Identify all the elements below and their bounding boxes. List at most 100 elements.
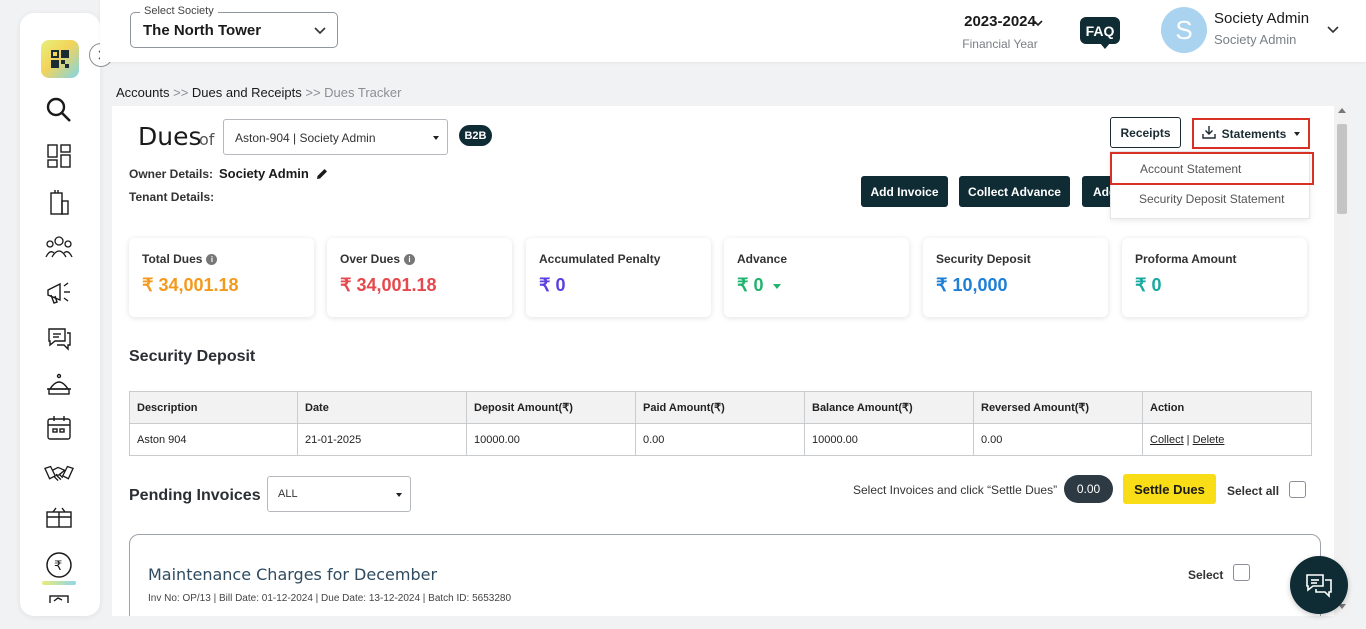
select-all-checkbox[interactable] [1289, 481, 1306, 498]
app-logo[interactable] [41, 40, 79, 78]
chat-support-button[interactable] [1290, 556, 1348, 614]
table-cell: Aston 904 [129, 423, 298, 456]
breadcrumb-current: Dues Tracker [324, 85, 402, 100]
stat-total-dues-value: ₹ 34,001.18 [142, 275, 239, 295]
statements-button[interactable]: Statements [1192, 118, 1310, 149]
caret-down-icon [396, 493, 402, 497]
stat-advance-title: Advance [737, 252, 788, 266]
stat-advance-value: ₹ 0 [737, 275, 764, 295]
settle-dues-button[interactable]: Settle Dues [1123, 474, 1216, 504]
column-header: Reversed Amount(₹) [973, 391, 1143, 424]
statements-label: Statements [1221, 126, 1287, 141]
members-icon[interactable] [44, 232, 74, 262]
building-icon[interactable] [44, 187, 74, 217]
selected-amount-badge: 0.00 [1064, 475, 1113, 503]
add-invoice-button[interactable]: Add Invoice [861, 176, 948, 207]
invoice-select-checkbox[interactable] [1233, 564, 1250, 581]
chat-icon [1306, 574, 1332, 598]
column-header: Action [1142, 391, 1312, 424]
chevron-down-icon[interactable] [1032, 16, 1044, 34]
action-separator: | [1183, 433, 1193, 446]
caret-down-icon [433, 136, 439, 140]
invoice-title: Maintenance Charges for December [148, 565, 438, 584]
chevron-down-icon[interactable] [1326, 22, 1340, 41]
column-header: Paid Amount(₹) [635, 391, 805, 424]
scrollbar-thumb[interactable] [1337, 124, 1347, 214]
column-header: Balance Amount(₹) [804, 391, 974, 424]
scroll-up-arrow-icon[interactable] [1338, 108, 1346, 113]
receipts-button[interactable]: Receipts [1110, 117, 1181, 148]
faq-button[interactable]: FAQ [1080, 17, 1120, 49]
pending-invoices-heading: Pending Invoices [129, 487, 261, 504]
invoice-meta: Inv No: OP/13 | Bill Date: 01-12-2024 | … [148, 593, 512, 604]
chevron-down-icon [313, 23, 327, 42]
stat-security-deposit: Security Deposit ₹ 10,000 [923, 238, 1108, 317]
stat-over-dues-title: Over Dues [340, 252, 401, 266]
table-cell: 10000.00 [804, 423, 974, 456]
account-statement-option[interactable]: Account Statement [1110, 152, 1314, 185]
delete-link[interactable]: Delete [1193, 434, 1225, 446]
amenities-icon[interactable] [44, 369, 74, 399]
page-title-of: of [199, 130, 215, 149]
society-select-label: Select Society [140, 5, 218, 17]
pencil-icon[interactable] [315, 167, 329, 186]
helpdesk-chat-icon[interactable] [44, 323, 74, 353]
reports-icon[interactable] [44, 589, 74, 603]
table-row: Aston 904 21-01-2025 10000.00 0.00 10000… [129, 423, 1312, 456]
table-header-row: Description Date Deposit Amount(₹) Paid … [129, 391, 1312, 424]
handshake-icon[interactable] [44, 459, 74, 489]
statements-dropdown: Account Statement Security Deposit State… [1110, 151, 1314, 219]
stat-advance: Advance ₹ 0 [724, 238, 909, 317]
caret-down-icon[interactable] [773, 283, 782, 289]
financial-year-label: Financial Year [962, 37, 1038, 51]
breadcrumb-accounts[interactable]: Accounts [116, 85, 169, 100]
collect-advance-button[interactable]: Collect Advance [959, 176, 1070, 207]
column-header: Description [129, 391, 298, 424]
stat-advance-value-wrap: ₹ 0 [737, 275, 782, 296]
parcel-icon[interactable] [44, 503, 74, 533]
breadcrumb-dues-receipts[interactable]: Dues and Receipts [192, 85, 302, 100]
dues-panel: Dues of Aston-904 | Society Admin B2B Ow… [112, 106, 1334, 616]
accounts-rupee-icon[interactable]: ₹ [44, 550, 74, 580]
dashboard-icon[interactable] [44, 141, 74, 171]
column-header: Date [297, 391, 467, 424]
info-icon[interactable]: i [404, 254, 416, 266]
table-cell: 0.00 [973, 423, 1143, 456]
security-deposit-statement-option[interactable]: Security Deposit Statement [1111, 192, 1311, 206]
tenant-details-label: Tenant Details: [129, 190, 215, 204]
invoice-filter-value: ALL [278, 488, 298, 500]
announcement-icon[interactable] [44, 278, 74, 308]
stat-over-dues-value: ₹ 34,001.18 [340, 275, 437, 295]
select-all-label: Select all [1227, 484, 1280, 498]
security-deposit-heading: Security Deposit [129, 348, 256, 365]
svg-text:₹: ₹ [54, 559, 62, 574]
calendar-icon[interactable] [44, 413, 74, 443]
owner-details-value: Society Admin [219, 166, 309, 181]
table-cell: 10000.00 [466, 423, 636, 456]
download-icon [1201, 125, 1216, 142]
security-deposit-table: Description Date Deposit Amount(₹) Paid … [129, 391, 1312, 456]
collect-link[interactable]: Collect [1150, 434, 1184, 446]
avatar[interactable]: S [1161, 7, 1207, 53]
top-header: Select Society The North Tower 2023-2024… [100, 0, 1366, 62]
breadcrumb-separator: >> [301, 85, 325, 100]
unit-select[interactable]: Aston-904 | Society Admin [223, 119, 448, 155]
society-select-value: The North Tower [143, 22, 262, 39]
active-indicator [42, 581, 76, 585]
settle-hint: Select Invoices and click “Settle Dues” [853, 483, 1058, 497]
table-cell: 0.00 [635, 423, 805, 456]
stat-total-dues-title: Total Dues [142, 252, 203, 266]
invoice-filter-select[interactable]: ALL [267, 476, 411, 512]
owner-details-label: Owner Details: [129, 167, 214, 181]
sidebar: ₹ [20, 13, 113, 616]
table-cell: 21-01-2025 [297, 423, 467, 456]
stat-security-deposit-title: Security Deposit [936, 252, 1031, 266]
search-icon[interactable] [44, 95, 74, 125]
society-select[interactable]: Select Society The North Tower [130, 5, 338, 48]
unit-select-value: Aston-904 | Society Admin [235, 131, 376, 145]
stat-accumulated-penalty-value: ₹ 0 [539, 275, 566, 295]
stat-proforma-amount-title: Proforma Amount [1135, 252, 1237, 266]
stat-security-deposit-value: ₹ 10,000 [936, 275, 1008, 295]
info-icon[interactable]: i [206, 254, 218, 266]
stat-accumulated-penalty-title: Accumulated Penalty [539, 252, 661, 266]
